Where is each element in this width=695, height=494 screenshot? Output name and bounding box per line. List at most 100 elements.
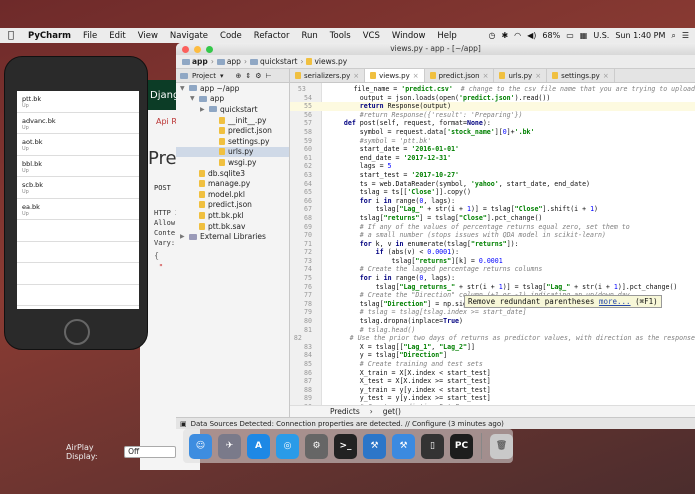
tree-item[interactable]: manage.py <box>176 178 289 189</box>
menu-code[interactable]: Code <box>214 31 248 41</box>
list-item[interactable]: ptt.bk Up <box>17 91 139 113</box>
menu-run[interactable]: Run <box>295 31 323 41</box>
breadcrumb-method[interactable]: get() <box>383 407 401 416</box>
code-line[interactable]: 61 end_date = '2017-12-31' <box>290 154 695 163</box>
safari-icon[interactable]: ◎ <box>276 433 299 459</box>
tree-item[interactable]: ▼ app ~/app <box>176 83 289 94</box>
input-source[interactable]: U.S. <box>593 31 609 40</box>
menu-window[interactable]: Window <box>386 31 432 41</box>
tree-item[interactable]: ptt.bk.sav <box>176 221 289 232</box>
menu-clock[interactable]: Sun 1:40 PM <box>615 31 665 40</box>
list-item[interactable] <box>17 263 139 285</box>
breadcrumb-views[interactable]: views.py <box>306 57 347 66</box>
breadcrumb-quickstart[interactable]: quickstart <box>249 57 297 66</box>
code-line[interactable]: 58 symbol = request.data['stock_name'][0… <box>290 128 695 137</box>
code-line[interactable]: 71 for k, v in enumerate(tslag["returns"… <box>290 240 695 249</box>
list-item[interactable]: scb.bk Up <box>17 177 139 199</box>
home-button[interactable] <box>64 319 90 345</box>
app-store-icon[interactable]: A <box>247 433 270 459</box>
expand-arrow-icon[interactable]: ▶ <box>200 106 206 113</box>
tree-item[interactable]: db.sqlite3 <box>176 168 289 179</box>
close-tab-icon[interactable]: × <box>413 72 419 80</box>
close-tab-icon[interactable]: × <box>603 72 609 80</box>
code-line[interactable]: 72 if (abs(v) < 0.0001): <box>290 248 695 257</box>
volume-icon[interactable]: ◀) <box>527 31 536 40</box>
battery-icon[interactable]: ▭ <box>566 31 574 40</box>
tree-item[interactable]: model.pkl <box>176 189 289 200</box>
gear-icon[interactable]: ⚙ <box>255 72 261 80</box>
finder-icon[interactable]: ☺ <box>189 433 212 459</box>
terminal-icon[interactable]: >_ <box>334 433 357 459</box>
editor-tab[interactable]: serializers.py × <box>290 69 366 82</box>
system-preferences-icon[interactable]: ⚙ <box>305 433 328 459</box>
code-editor[interactable]: 53 file_name = 'predict.csv' # change to… <box>290 83 695 420</box>
expand-arrow-icon[interactable]: ▶ <box>180 233 186 240</box>
close-tab-icon[interactable]: × <box>535 72 541 80</box>
list-item[interactable]: ea.bk Up <box>17 199 139 220</box>
code-line[interactable]: 88 y_train = y[y.index < start_test] <box>290 386 695 395</box>
clock-icon[interactable]: ◷ <box>488 31 495 40</box>
battery-percent[interactable]: 68% <box>542 31 560 40</box>
code-line[interactable]: 67 tslag["Lag_" + str(i + 1)] = tslag["C… <box>290 205 695 214</box>
code-line[interactable]: 83 X = tslag[["Lag_1", "Lag_2"]] <box>290 343 695 352</box>
dropdown-icon[interactable]: ▾ <box>220 72 224 80</box>
tree-item[interactable]: predict.json <box>176 200 289 211</box>
tree-item[interactable]: settings.py <box>176 136 289 147</box>
tooltip-more-link[interactable]: more... <box>599 297 631 306</box>
code-line[interactable]: 74 # Create the lagged percentage return… <box>290 265 695 274</box>
trash-icon[interactable]: 🗑 <box>489 433 513 459</box>
airplay-select[interactable]: Off <box>124 446 176 458</box>
expand-arrow-icon[interactable]: ▼ <box>190 95 196 102</box>
breadcrumb-app[interactable]: app <box>216 57 241 66</box>
menu-app-name[interactable]: PyCharm <box>22 31 77 41</box>
tree-item[interactable]: predict.json <box>176 125 289 136</box>
bluetooth-icon[interactable]: ✱ <box>501 31 508 40</box>
list-item[interactable]: advanc.bk Up <box>17 113 139 134</box>
code-line[interactable]: 70 # a small number (stops issues with Q… <box>290 231 695 240</box>
launchpad-icon[interactable]: ✈ <box>218 433 241 459</box>
tree-item[interactable]: ptt.bk.pkl <box>176 210 289 221</box>
tree-item[interactable]: ▶ quickstart <box>176 104 289 115</box>
sync-icon[interactable]: ⊕ <box>235 72 241 80</box>
menu-vcs[interactable]: VCS <box>357 31 386 41</box>
breadcrumb-app-root[interactable]: app <box>182 57 208 66</box>
editor-tab[interactable]: views.py × <box>365 69 425 82</box>
code-line[interactable]: 65 tslag = ts[['Close']].copy() <box>290 188 695 197</box>
code-line[interactable]: 55 return Response(output) <box>290 102 695 111</box>
hide-icon[interactable]: ⊢ <box>266 72 272 80</box>
list-item[interactable] <box>17 220 139 242</box>
list-item[interactable]: bbl.bk Up <box>17 156 139 177</box>
code-line[interactable]: 62 lags = 5 <box>290 162 695 171</box>
xcode-2-icon[interactable]: ⚒ <box>392 433 415 459</box>
code-line[interactable]: 87 X_test = X[X.index >= start_test] <box>290 377 695 386</box>
menu-file[interactable]: File <box>77 31 103 41</box>
notification-center-icon[interactable]: ☰ <box>682 31 689 40</box>
xcode-icon[interactable]: ⚒ <box>363 433 386 459</box>
code-line[interactable]: 68 tslag["returns"] = tslag["Close"].pct… <box>290 214 695 223</box>
code-line[interactable]: 84 y = tslag["Direction"] <box>290 351 695 360</box>
code-line[interactable]: 56 #return Response({'result': 'Preparin… <box>290 111 695 120</box>
collapse-icon[interactable]: ⇕ <box>245 72 251 80</box>
close-tab-icon[interactable]: × <box>483 72 489 80</box>
status-message[interactable]: Data Sources Detected: Connection proper… <box>191 420 504 428</box>
menu-view[interactable]: View <box>132 31 164 41</box>
code-line[interactable]: 75 for i in range(0, lags): <box>290 274 695 283</box>
code-line[interactable]: 53 file_name = 'predict.csv' # change to… <box>290 85 695 94</box>
menu-refactor[interactable]: Refactor <box>248 31 296 41</box>
close-tab-icon[interactable]: × <box>353 72 359 80</box>
status-panel-icon[interactable]: ▣ <box>180 420 187 428</box>
list-item[interactable] <box>17 285 139 306</box>
spotlight-icon[interactable]: ⌕ <box>671 31 675 41</box>
code-line[interactable]: 80 tslag.dropna(inplace=True) <box>290 317 695 326</box>
breadcrumb-class[interactable]: Predicts <box>330 407 360 416</box>
code-line[interactable]: 89 y_test = y[y.index >= start_test] <box>290 394 695 403</box>
code-line[interactable]: 69 # If any of the values of percentage … <box>290 223 695 232</box>
project-panel-header[interactable]: Project ▾ ⊕ ⇕ ⚙ ⊢ <box>176 69 290 82</box>
menu-navigate[interactable]: Navigate <box>164 31 214 41</box>
code-line[interactable]: 85 # Create training and test sets <box>290 360 695 369</box>
list-item[interactable]: aot.bk Up <box>17 134 139 156</box>
code-line[interactable]: 73 tslag["returns"][k] = 0.0001 <box>290 257 695 266</box>
code-line[interactable]: 86 X_train = X[X.index < start_test] <box>290 369 695 378</box>
tree-item[interactable]: wsgi.py <box>176 157 289 168</box>
expand-arrow-icon[interactable]: ▼ <box>180 85 186 92</box>
